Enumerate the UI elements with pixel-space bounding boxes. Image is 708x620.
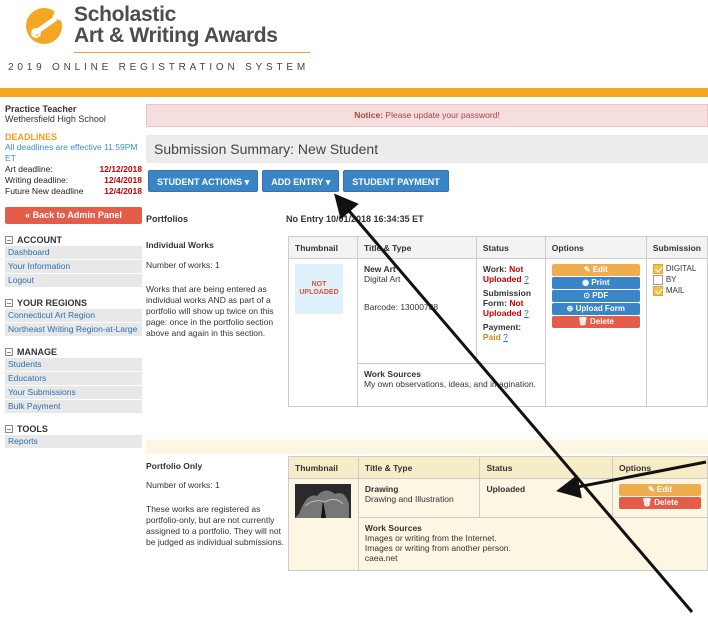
sidebar-item-your-submissions[interactable]: Your Submissions bbox=[5, 386, 142, 399]
digital-checkbox[interactable]: DIGITAL bbox=[652, 264, 701, 274]
col-options: Options bbox=[612, 456, 708, 479]
delete-button[interactable]: 🗑 Delete bbox=[619, 497, 701, 509]
col-title-type: Title & Type bbox=[356, 236, 477, 259]
logo-divider bbox=[74, 52, 310, 53]
collapse-icon[interactable] bbox=[5, 299, 13, 307]
deadline-row: Art deadline: 12/12/2018 bbox=[5, 164, 142, 174]
section-divider bbox=[146, 440, 708, 454]
individual-works-heading: Individual Works bbox=[146, 240, 214, 250]
deadlines-note: All deadlines are effective 11:59PM ET bbox=[5, 142, 138, 163]
sidebar: Practice Teacher Wethersfield High Schoo… bbox=[5, 104, 142, 448]
student-actions-button[interactable]: STUDENT ACTIONS ▾ bbox=[148, 170, 259, 192]
collapse-icon[interactable] bbox=[5, 425, 13, 433]
col-status: Status bbox=[479, 456, 613, 479]
school-name: Wethersfield High School bbox=[5, 114, 106, 124]
main-content: Notice: Please update your password! Sub… bbox=[146, 104, 708, 572]
entry-title[interactable]: New Art bbox=[364, 264, 470, 274]
entry-type: Digital Art bbox=[363, 274, 401, 284]
section-tools: TOOLS bbox=[5, 424, 142, 434]
work-source-item: Images or writing from another person. bbox=[364, 542, 511, 553]
portfolio-only-heading: Portfolio Only bbox=[146, 461, 203, 471]
header-band bbox=[0, 88, 708, 97]
logo-title-2: Art & Writing Awards bbox=[74, 24, 278, 47]
col-thumbnail: Thumbnail bbox=[288, 456, 359, 479]
back-to-admin-button[interactable]: « Back to Admin Panel bbox=[5, 207, 142, 224]
help-link[interactable]: ? bbox=[503, 332, 508, 342]
print-button[interactable]: ◉ Print bbox=[551, 277, 640, 289]
work-sources-heading: Work Sources bbox=[364, 522, 422, 533]
logo-icon bbox=[26, 6, 68, 44]
thumbnail-placeholder: NOT UPLOADED bbox=[295, 264, 343, 314]
portfolio-only-table: Thumbnail Title & Type Status Options Dr… bbox=[288, 456, 708, 572]
table-row: Drawing Drawing and Illustration Uploade… bbox=[288, 478, 708, 571]
page-title: Submission Summary: New Student bbox=[146, 135, 708, 163]
entry-barcode: Barcode: 13000788 bbox=[363, 302, 439, 312]
notice-banner: Notice: Please update your password! bbox=[146, 104, 708, 127]
table-row: NOT UPLOADED New Art Digital Art Barcode… bbox=[288, 258, 708, 407]
sidebar-item-dashboard[interactable]: Dashboard bbox=[5, 246, 142, 259]
help-link[interactable]: ? bbox=[524, 308, 529, 318]
deadline-row: Writing deadline: 12/4/2018 bbox=[5, 175, 142, 185]
col-submission: Submission bbox=[645, 236, 708, 259]
edit-button[interactable]: ✎ Edit bbox=[551, 264, 640, 276]
collapse-icon[interactable] bbox=[5, 348, 13, 356]
edit-button[interactable]: ✎ Edit bbox=[619, 484, 701, 496]
sidebar-item-northeast-writing-region[interactable]: Northeast Writing Region-at-Large bbox=[5, 323, 142, 336]
student-payment-button[interactable]: STUDENT PAYMENT bbox=[343, 170, 449, 192]
work-sources-heading: Work Sources bbox=[363, 369, 421, 379]
entry-title[interactable]: Drawing bbox=[365, 484, 474, 494]
section-regions: YOUR REGIONS bbox=[5, 298, 142, 308]
sidebar-item-logout[interactable]: Logout bbox=[5, 274, 142, 287]
section-account: ACCOUNT bbox=[5, 235, 142, 245]
sidebar-item-students[interactable]: Students bbox=[5, 358, 142, 371]
individual-description: Works that are being entered as individu… bbox=[146, 284, 274, 338]
checkbox-icon[interactable] bbox=[652, 286, 663, 296]
header: Scholastic Art & Writing Awards 2019 ONL… bbox=[0, 0, 708, 92]
drawing-thumbnail bbox=[295, 484, 351, 518]
upload-form-button[interactable]: ⊕ Upload Form bbox=[551, 303, 640, 315]
mail-checkbox[interactable]: MAIL bbox=[652, 286, 701, 296]
delete-button[interactable]: 🗑 Delete bbox=[551, 316, 640, 328]
section-manage: MANAGE bbox=[5, 347, 142, 357]
col-title-type: Title & Type bbox=[357, 456, 481, 479]
col-status: Status bbox=[475, 236, 546, 259]
individual-count: Number of works: 1 bbox=[146, 260, 220, 270]
collapse-icon[interactable] bbox=[5, 236, 13, 244]
sidebar-item-reports[interactable]: Reports bbox=[5, 435, 142, 448]
sidebar-item-educators[interactable]: Educators bbox=[5, 372, 142, 385]
pdf-button[interactable]: ⊙ PDF bbox=[551, 290, 640, 302]
portfolios-heading: Portfolios bbox=[146, 214, 188, 224]
col-options: Options bbox=[544, 236, 647, 259]
no-entry-text: No Entry 10/01/2018 16:34:35 ET bbox=[286, 214, 424, 224]
sidebar-item-your-information[interactable]: Your Information bbox=[5, 260, 142, 273]
entry-type: Drawing and Illustration bbox=[364, 494, 454, 504]
payment-status: Paid bbox=[482, 332, 501, 342]
portfolio-only-description: These works are registered as portfolio-… bbox=[146, 504, 284, 547]
help-link[interactable]: ? bbox=[524, 274, 529, 284]
work-sources-text: My own observations, ideas, and imaginat… bbox=[363, 379, 536, 389]
by-checkbox[interactable]: BY bbox=[652, 275, 701, 285]
col-thumbnail: Thumbnail bbox=[288, 236, 358, 259]
registration-title: 2019 ONLINE REGISTRATION SYSTEM bbox=[8, 62, 309, 73]
sidebar-item-bulk-payment[interactable]: Bulk Payment bbox=[5, 400, 142, 413]
deadline-row: Future New deadline 12/4/2018 bbox=[5, 186, 142, 196]
sidebar-item-connecticut-art-region[interactable]: Connecticut Art Region bbox=[5, 309, 142, 322]
add-entry-button[interactable]: ADD ENTRY ▾ bbox=[262, 170, 340, 192]
work-source-item: caea.net bbox=[364, 552, 398, 563]
individual-works-table: Thumbnail Title & Type Status Options Su… bbox=[288, 236, 708, 407]
teacher-name: Practice Teacher bbox=[5, 104, 77, 114]
portfolio-only-count: Number of works: 1 bbox=[146, 480, 220, 490]
work-source-item: Images or writing from the Internet. bbox=[364, 532, 497, 543]
deadlines-title: DEADLINES bbox=[5, 132, 58, 142]
upload-status: Uploaded bbox=[486, 484, 526, 494]
checkbox-icon[interactable] bbox=[652, 264, 663, 274]
checkbox-icon[interactable] bbox=[652, 275, 663, 285]
